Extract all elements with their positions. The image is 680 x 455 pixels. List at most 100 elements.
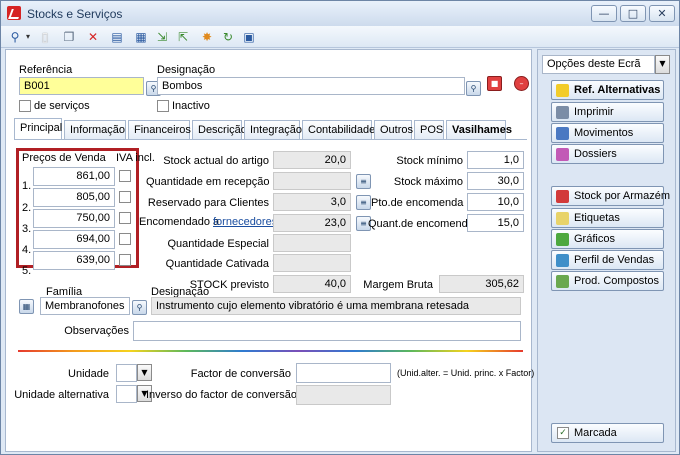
perfil-vendas-label: Perfil de Vendas [574,254,655,266]
conversion-formula-note: (Unid.alter. = Unid. princ. x Factor) [397,368,535,378]
copy-icon[interactable]: ❐ [61,30,77,44]
prices-highlight-box [16,148,139,268]
unidade-input[interactable] [116,364,137,382]
wizard-icon[interactable]: ✸ [199,30,215,44]
reservado-details-icon[interactable]: ≡ [356,195,371,210]
prod-compostos-button[interactable]: Prod. Compostos [551,271,664,291]
price-input[interactable]: 639,00 [33,251,115,270]
article-form: Referência B001 ⚲ Designação Bombos ⚲ ■ … [5,49,535,452]
maximize-button[interactable]: □ [620,5,646,22]
iva-checkbox[interactable] [119,233,131,245]
dossiers-button[interactable]: Dossiers [551,144,664,164]
recepcao-value [273,172,351,190]
unidade-alternativa-input[interactable] [116,385,137,403]
search-dropdown-icon[interactable]: ▾ [23,30,33,44]
record-icon[interactable]: ■ [487,76,502,91]
search-icon[interactable]: ⚲ [7,30,23,44]
designacao-input[interactable]: Bombos [157,77,465,95]
dossiers-icon [556,148,569,161]
graficos-button[interactable]: Gráficos [551,229,664,249]
fornecedores-link[interactable]: fornecedores [213,216,277,228]
quant-encomenda-label: Quant.de encomenda [368,218,474,230]
options-select[interactable]: Opções deste Ecrã [542,55,655,74]
window-title: Stocks e Serviços [27,7,123,21]
price-input[interactable]: 861,00 [33,167,115,186]
unidade-dropdown-icon[interactable]: ▼ [137,364,152,381]
maximo-input[interactable]: 30,0 [467,172,524,190]
designacao-search-icon[interactable]: ⚲ [466,81,481,96]
factor-conversao-input[interactable] [296,363,391,383]
refresh-icon[interactable]: ↻ [220,30,236,44]
title-bar: Stocks e Serviços — □ ✕ [1,1,679,26]
quant-encomenda-input[interactable]: 15,0 [467,214,524,232]
etiquetas-button[interactable]: Etiquetas [551,208,664,228]
sales-profile-icon [556,254,569,267]
iva-checkbox[interactable] [119,254,131,266]
options-dropdown-icon[interactable]: ▼ [655,55,670,74]
iva-checkbox[interactable] [119,212,131,224]
pto-encomenda-label: Pto.de encomenda [371,197,464,209]
composite-products-icon [556,275,569,288]
familia-search-icon[interactable]: ⚲ [132,300,147,315]
close-button[interactable]: ✕ [649,5,675,22]
pto-encomenda-input[interactable]: 10,0 [467,193,524,211]
imprimir-button[interactable]: Imprimir [551,102,664,122]
tab-outros[interactable]: Outros [374,120,413,139]
import-icon[interactable]: ⇱ [175,30,191,44]
reservado-value: 3,0 [273,193,351,211]
cativada-label: Quantidade Cativada [165,258,269,270]
tab-informacao[interactable]: Informação [64,120,126,139]
imprimir-label: Imprimir [574,106,614,118]
new-document-icon[interactable]: ▯ [37,30,53,44]
delete-icon[interactable]: ✕ [85,30,101,44]
tab-descricao[interactable]: Descrição [192,120,247,139]
export-icon[interactable]: ⇲ [154,30,170,44]
observacoes-input[interactable] [133,321,521,341]
familia-input[interactable]: Membranofones [40,297,130,315]
inactivo-checkbox[interactable] [157,100,169,112]
minimize-button[interactable]: — [591,5,617,22]
movimentos-button[interactable]: Movimentos [551,123,664,143]
tab-principal[interactable]: Principal [14,118,62,140]
save-icon[interactable]: ▣ [241,30,257,44]
inactivo-label: Inactivo [172,100,210,112]
referencia-input[interactable]: B001 [19,77,144,95]
marcada-toggle[interactable]: ✓ Marcada [551,423,664,443]
iva-checkbox[interactable] [119,170,131,182]
price-input[interactable]: 694,00 [33,230,115,249]
labels-icon [556,212,569,225]
app-logo-icon [7,6,21,20]
familia-table-icon[interactable]: ▦ [19,299,34,314]
inverso-factor-value [296,385,391,405]
unidade-label: Unidade [68,368,109,380]
stock-armazem-button[interactable]: Stock por Armazém [551,186,670,206]
unidade-alternativa-label: Unidade alternativa [14,389,109,401]
tab-pos[interactable]: POS [414,120,444,139]
minimo-label: Stock mínimo [396,155,463,167]
window: { "window": {"title": "Stocks e Serviços… [0,0,680,455]
tab-vasilhames[interactable]: Vasilhames [446,120,512,139]
referencia-label: Referência [19,64,73,76]
iva-checkbox[interactable] [119,191,131,203]
factor-conversao-label: Factor de conversão [190,368,291,380]
tab-integracao[interactable]: Integração [244,120,302,139]
properties-icon[interactable]: ▤ [109,30,125,44]
marcada-checkbox[interactable]: ✓ [557,427,569,439]
cancel-icon[interactable]: – [514,76,529,91]
etiquetas-label: Etiquetas [574,212,620,224]
perfil-vendas-button[interactable]: Perfil de Vendas [551,250,664,270]
price-row-number: 1. [22,180,32,192]
tab-financeiros[interactable]: Financeiros [128,120,191,139]
recepcao-details-icon[interactable]: ≡ [356,174,371,189]
tab-contabilidade[interactable]: Contabilidade [302,120,375,139]
table-icon[interactable]: ▦ [133,30,149,44]
price-input[interactable]: 750,00 [33,209,115,228]
warehouse-icon [556,190,569,203]
prod-compostos-label: Prod. Compostos [574,275,659,287]
minimo-input[interactable]: 1,0 [467,151,524,169]
price-row-number: 2. [22,202,32,214]
ref-alternativas-button[interactable]: Ref. Alternativas [551,80,664,100]
price-input[interactable]: 805,00 [33,188,115,207]
price-row-number: 3. [22,223,32,235]
servicos-checkbox[interactable] [19,100,31,112]
